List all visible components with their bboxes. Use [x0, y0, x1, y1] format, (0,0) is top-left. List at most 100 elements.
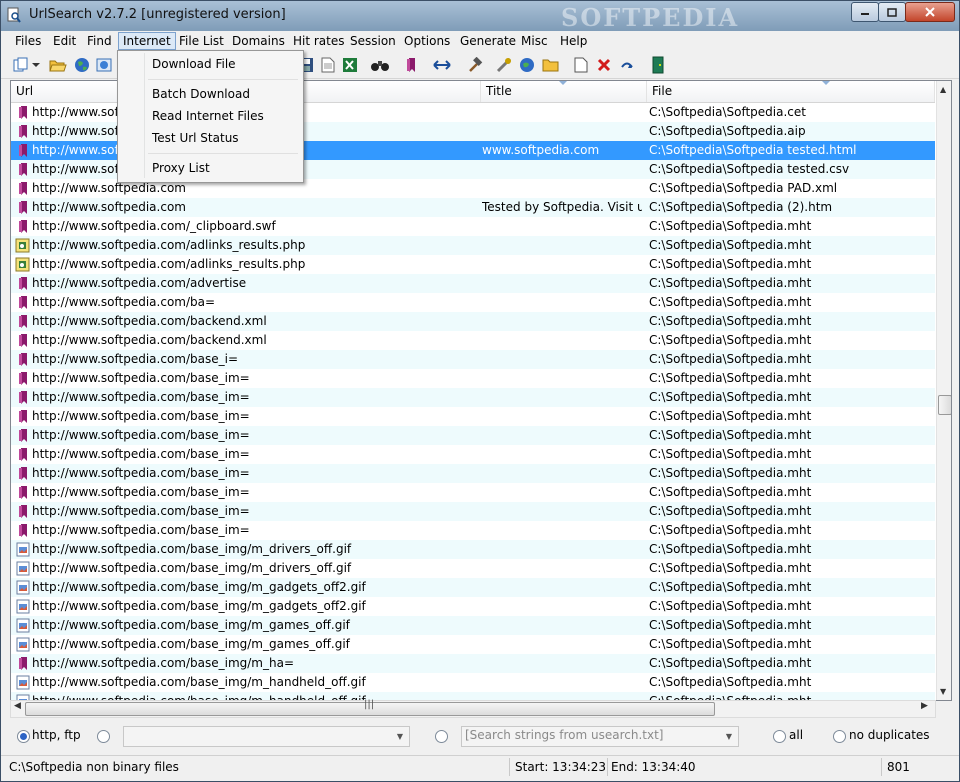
menu-hit-rates[interactable]: Hit rates — [289, 33, 349, 49]
scroll-right-icon[interactable]: ▶ — [921, 701, 928, 711]
cell-url: http://www.soft — [32, 143, 124, 157]
radio-no-duplicates[interactable] — [833, 730, 846, 743]
vertical-scroll-thumb[interactable] — [938, 395, 951, 415]
menu-item-batch-download[interactable]: Batch Download — [152, 84, 250, 104]
table-row[interactable]: http://www.softpedia.com/base_im= C:\Soft… — [11, 502, 935, 521]
menu-options[interactable]: Options — [400, 33, 454, 49]
table-row[interactable]: http://www.softpedia.com Tested by Softpe… — [11, 198, 935, 217]
document-icon[interactable] — [319, 56, 337, 74]
delete-icon[interactable] — [595, 56, 613, 74]
new-page-icon[interactable] — [572, 56, 590, 74]
globe-icon[interactable] — [73, 56, 91, 74]
cell-file: C:\Softpedia\Softpedia.mht — [649, 219, 812, 233]
table-row[interactable]: http://www.softpedia.com/base_im= C:\Soft… — [11, 388, 935, 407]
menu-session[interactable]: Session — [346, 33, 400, 49]
arrows-icon[interactable] — [433, 56, 451, 74]
table-row[interactable]: http://www.softpedia.com/backend.xml C:\S… — [11, 331, 935, 350]
scroll-up-icon[interactable]: ▲ — [940, 85, 946, 94]
menu-gutter — [144, 53, 145, 178]
cell-url: http://www.softpedia.com/base_im= — [32, 390, 250, 404]
table-row[interactable]: http://www.softpedia.com/base_img/m_game… — [11, 635, 935, 654]
table-row[interactable]: http://www.softpedia.com/base_im= C:\Soft… — [11, 369, 935, 388]
menu-file-list[interactable]: File List — [175, 33, 228, 49]
folder-icon[interactable] — [542, 56, 560, 74]
table-row[interactable]: http://www.softpedia.com/ba= C:\Softpedia… — [11, 293, 935, 312]
cell-url: http://www.soft — [32, 162, 124, 176]
menu-files[interactable]: Files — [11, 33, 45, 49]
open-folder-icon[interactable] — [49, 56, 67, 74]
search-strings-combo[interactable]: [Search strings from usearch.txt] ▼ — [461, 726, 739, 747]
close-button[interactable] — [905, 2, 955, 22]
table-row[interactable]: http://www.softpedia.com/base_im= C:\Soft… — [11, 426, 935, 445]
scroll-left-icon[interactable]: ◀ — [14, 701, 21, 711]
table-row[interactable]: http://www.softpedia.com/base_im= C:\Soft… — [11, 407, 935, 426]
close-icon — [925, 7, 935, 17]
dropdown-arrow-icon[interactable] — [30, 56, 42, 74]
cell-url: http://www.soft — [32, 105, 124, 119]
radio-filter-combo[interactable] — [97, 730, 110, 743]
cell-file: C:\Softpedia\Softpedia.mht — [649, 523, 812, 537]
exit-door-icon[interactable] — [649, 56, 667, 74]
undo-icon[interactable] — [618, 56, 636, 74]
chevron-down-icon[interactable]: ▼ — [721, 728, 737, 745]
web-icon[interactable] — [95, 56, 113, 74]
bookmark-file-icon — [15, 124, 31, 139]
menu-internet[interactable]: Internet — [118, 32, 176, 50]
table-row[interactable]: http://www.softpedia.com/adlinks_results… — [11, 255, 935, 274]
table-row[interactable]: http://www.softpedia.com/base_img/m_hand… — [11, 673, 935, 692]
cell-file: C:\Softpedia\Softpedia.mht — [649, 295, 812, 309]
table-row[interactable]: http://www.softpedia.com/base_im= C:\Soft… — [11, 483, 935, 502]
menu-edit[interactable]: Edit — [49, 33, 80, 49]
maximize-icon — [887, 7, 897, 17]
table-row[interactable]: http://www.softpedia.com/advertise C:\Sof… — [11, 274, 935, 293]
minimize-button[interactable] — [851, 2, 879, 22]
scroll-down-icon[interactable]: ▼ — [940, 687, 946, 696]
horizontal-scrollbar[interactable]: ◀ ||| ▶ — [10, 699, 936, 718]
menu-item-test-url-status[interactable]: Test Url Status — [152, 128, 239, 148]
table-row[interactable]: http://www.softpedia.com/base_img/m_driv… — [11, 559, 935, 578]
table-row[interactable]: http://www.softpedia.com/base_img/m_gadg… — [11, 597, 935, 616]
menu-help[interactable]: Help — [556, 33, 591, 49]
table-row[interactable]: http://www.softpedia.com/base_img/m_ha= C… — [11, 654, 935, 673]
window-title: UrlSearch v2.7.2 [unregistered version] — [29, 7, 286, 22]
filter-combo[interactable]: ▼ — [123, 726, 410, 747]
chevron-down-icon[interactable]: ▼ — [392, 728, 408, 745]
menu-find[interactable]: Find — [83, 33, 116, 49]
maximize-button[interactable] — [878, 2, 906, 22]
menu-generate[interactable]: Generate — [456, 33, 520, 49]
globe-refresh-icon[interactable] — [518, 56, 536, 74]
cell-url: http://www.softpedia.com/base_im= — [32, 409, 250, 423]
menu-item-read-internet-files[interactable]: Read Internet Files — [152, 106, 264, 126]
bookmark-file-icon — [15, 143, 31, 158]
table-row[interactable]: http://www.softpedia.com/base_im= C:\Soft… — [11, 445, 935, 464]
table-row[interactable]: http://www.softpedia.com/base_img/m_gadg… — [11, 578, 935, 597]
table-row[interactable]: http://www.softpedia.com/base_img/m_game… — [11, 616, 935, 635]
menu-item-proxy-list[interactable]: Proxy List — [152, 158, 210, 178]
vertical-scrollbar[interactable]: ▲ ▼ — [936, 81, 951, 700]
table-row[interactable]: http://www.softpedia.com/_clipboard.swf C… — [11, 217, 935, 236]
menu-item-download-file[interactable]: Download File — [152, 54, 236, 74]
radio-all[interactable] — [773, 730, 786, 743]
radio-search-strings[interactable] — [435, 730, 448, 743]
table-row[interactable]: http://www.softpedia.com/adlinks_results… — [11, 236, 935, 255]
menu-separator — [148, 79, 298, 80]
table-row[interactable]: http://www.softpedia.com/base_im= C:\Soft… — [11, 521, 935, 540]
status-start-time: Start: 13:34:23 — [511, 758, 608, 776]
cell-file: C:\Softpedia\Softpedia.mht — [649, 580, 812, 594]
hammer-icon[interactable] — [466, 56, 484, 74]
table-row[interactable]: http://www.softpedia.com/base_img/m_driv… — [11, 540, 935, 559]
radio-http-ftp[interactable] — [17, 730, 30, 743]
binoculars-icon[interactable] — [371, 56, 389, 74]
title-bar[interactable]: UrlSearch v2.7.2 [unregistered version] … — [1, 1, 959, 32]
excel-icon[interactable] — [341, 56, 359, 74]
table-row[interactable]: http://www.softpedia.com/backend.xml C:\S… — [11, 312, 935, 331]
bookmark-file-icon — [15, 466, 31, 481]
tools-icon[interactable] — [495, 56, 513, 74]
copy-icon[interactable] — [12, 56, 30, 74]
table-row[interactable]: http://www.softpedia.com/base_im= C:\Soft… — [11, 464, 935, 483]
table-row[interactable]: http://www.softpedia.com/base_i= C:\Softp… — [11, 350, 935, 369]
bookmark-icon[interactable] — [403, 56, 421, 74]
menu-misc[interactable]: Misc — [517, 33, 552, 49]
column-header-file[interactable]: File — [647, 81, 935, 102]
menu-domains[interactable]: Domains — [228, 33, 289, 49]
